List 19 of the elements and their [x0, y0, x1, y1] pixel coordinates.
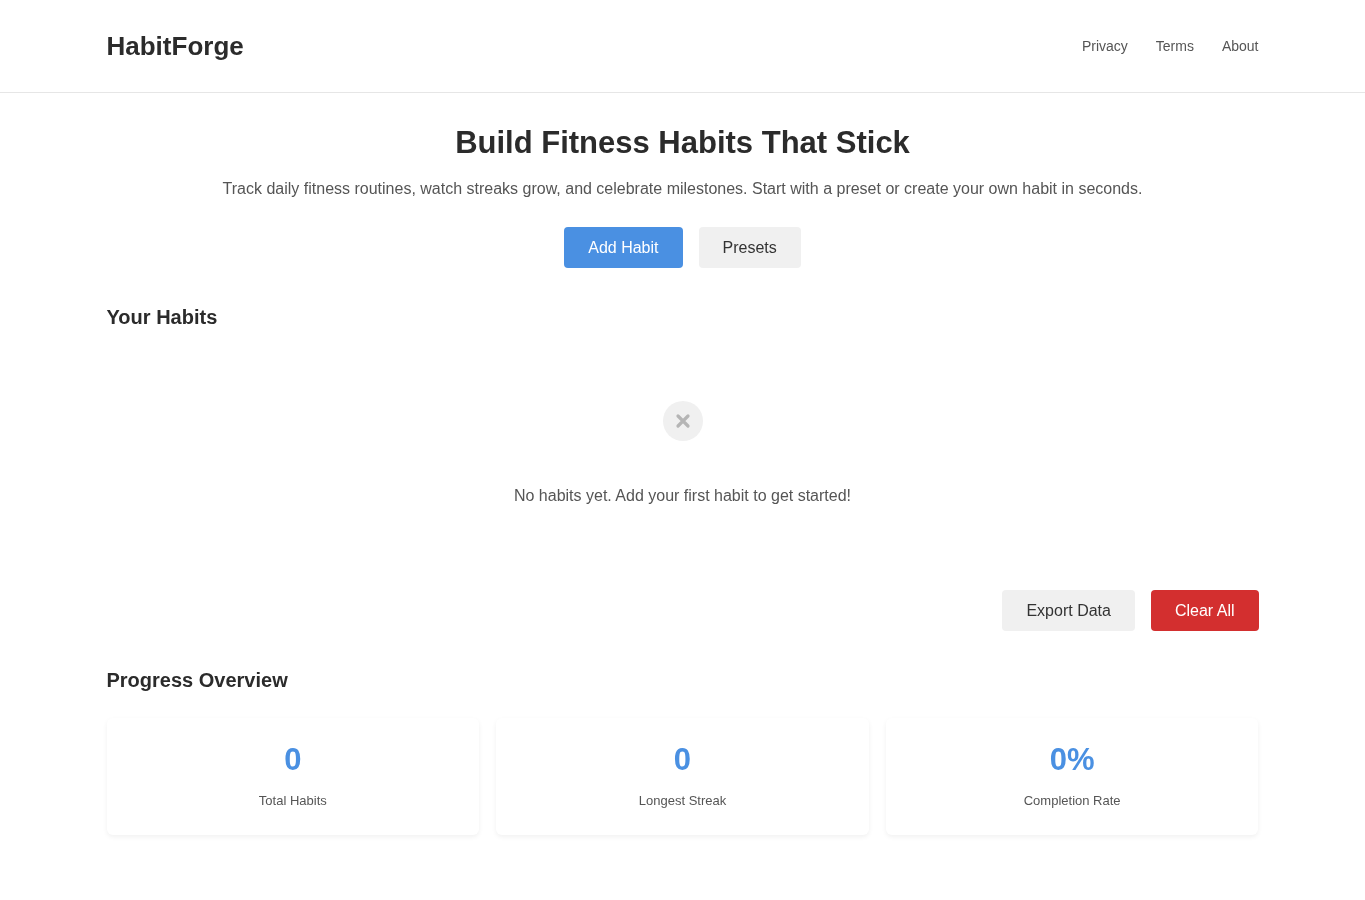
stat-value: 0: [284, 741, 302, 779]
stat-value: 0%: [1049, 741, 1095, 779]
hero-title: Build Fitness Habits That Stick: [454, 124, 911, 162]
clear-button[interactable]: Clear All: [1150, 590, 1259, 631]
cross-icon: [662, 401, 703, 441]
secondary-button[interactable]: Export Data: [1002, 590, 1135, 631]
stat-label: Completion Rate: [1023, 792, 1121, 809]
nav-link[interactable]: About: [1221, 38, 1259, 54]
stat-label: Total Habits: [258, 792, 327, 809]
nav-link[interactable]: Terms: [1155, 38, 1194, 54]
logo: HabitForge: [106, 30, 244, 62]
section-title: Your Habits: [106, 305, 219, 329]
secondary-button[interactable]: Presets: [698, 227, 801, 268]
stat-label: Longest Streak: [638, 792, 727, 809]
empty-message: No habits yet. Add your first habit to get started!: [513, 486, 852, 506]
section-title: Progress Overview: [106, 668, 289, 692]
hero-subtitle: Track daily fitness routines, watch streaks grow, and celebrate milestones. Start with a preset or create your own habit in seconds.: [221, 179, 1144, 199]
stat-value: 0: [673, 741, 692, 779]
nav-link[interactable]: Privacy: [1081, 38, 1128, 54]
